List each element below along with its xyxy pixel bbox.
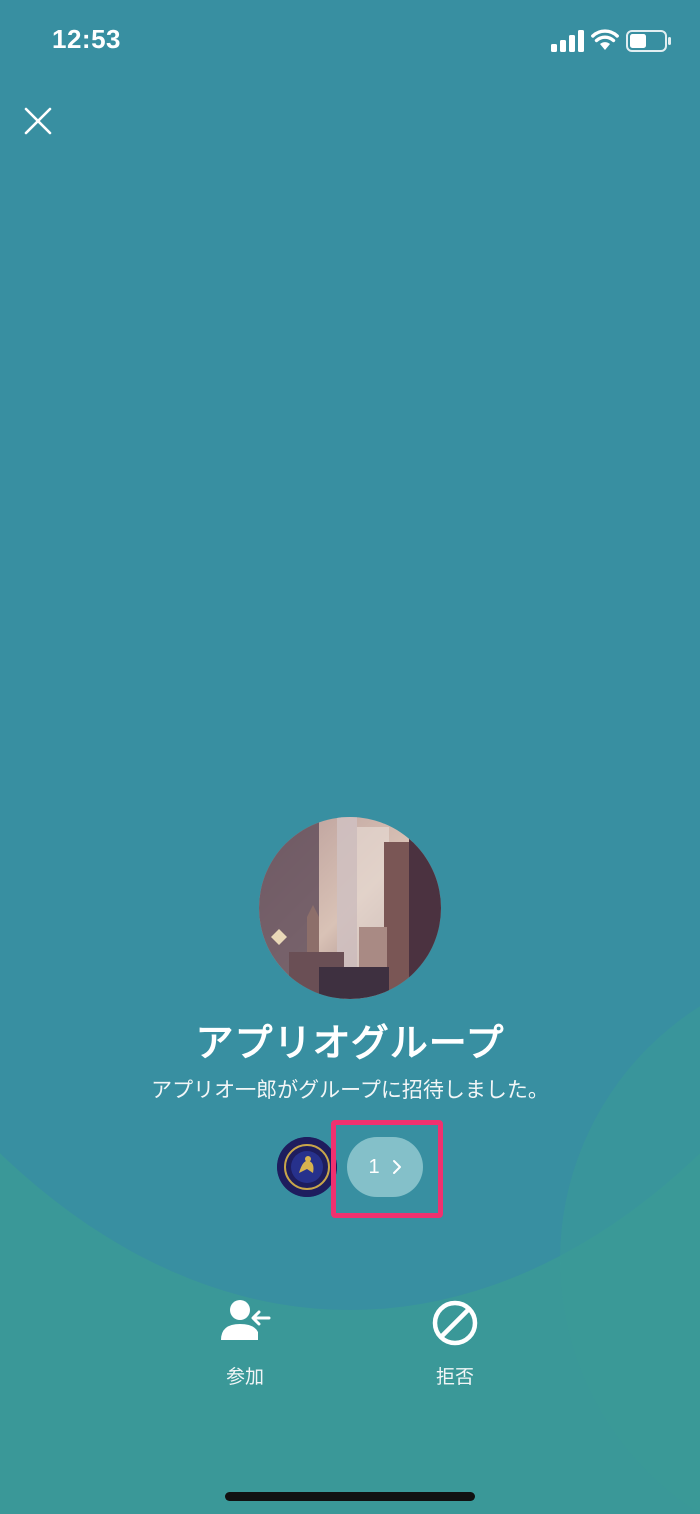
signal-icon — [551, 30, 584, 52]
club-crest-icon — [277, 1137, 337, 1197]
group-invite-screen: 12:53 アプリオグループ アプリオ一郎がグループに招待しました。 1 参加 … — [0, 0, 700, 1514]
wifi-icon — [591, 29, 619, 50]
reject-button[interactable]: 拒否 — [395, 1296, 515, 1396]
block-icon — [432, 1300, 478, 1346]
status-bar: 12:53 — [0, 0, 700, 90]
invite-message: アプリオ一郎がグループに招待しました。 — [151, 1078, 549, 1102]
home-indicator[interactable] — [225, 1492, 475, 1501]
battery-icon — [626, 30, 671, 52]
join-button[interactable]: 参加 — [185, 1296, 305, 1396]
group-name: アプリオグループ — [195, 1021, 505, 1065]
add-person-icon — [221, 1300, 271, 1340]
background-shape — [0, 0, 700, 1310]
reject-label: 拒否 — [435, 1366, 474, 1388]
close-button[interactable] — [18, 100, 58, 140]
chevron-right-icon — [392, 1160, 401, 1174]
group-avatar-image — [259, 817, 441, 999]
group-avatar — [259, 817, 441, 999]
member-count-button[interactable]: 1 — [347, 1137, 423, 1197]
member-count: 1 — [368, 1155, 380, 1178]
join-label: 参加 — [225, 1366, 264, 1388]
status-time: 12:53 — [52, 24, 121, 54]
member-avatar[interactable] — [277, 1137, 337, 1197]
close-icon — [24, 107, 52, 135]
